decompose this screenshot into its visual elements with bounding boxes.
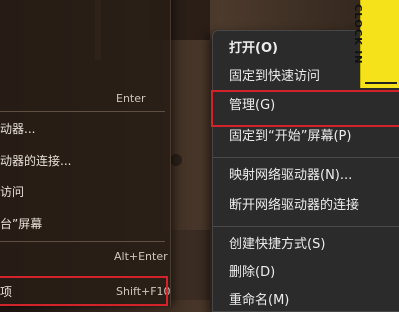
menu-item-create-shortcut[interactable]: 创建快捷方式(S) bbox=[229, 233, 325, 257]
menu-item-disconnect-network-drive[interactable]: 断开网络驱动器的连接 bbox=[229, 194, 359, 218]
sticky-note-text: CLOCK IN bbox=[352, 4, 363, 65]
menu-item-pin-quick-access[interactable]: 固定到快速访问 bbox=[229, 65, 320, 89]
left-context-menu: Enter 动器... 动器的连接... 访问 台”屏幕 Alt+Enter 项… bbox=[0, 0, 171, 306]
left-menu-item-shortcut: Enter bbox=[116, 92, 146, 105]
menu-divider bbox=[213, 157, 399, 158]
left-menu-item-shortcut: Alt+Enter bbox=[114, 250, 168, 263]
menu-item-map-network-drive[interactable]: 映射网络驱动器(N)... bbox=[229, 164, 352, 188]
menu-divider bbox=[0, 241, 165, 242]
menu-divider bbox=[213, 226, 399, 227]
sticky-note: CLOCK IN bbox=[352, 0, 399, 88]
left-menu-item-label: 台”屏幕 bbox=[0, 217, 43, 231]
menu-item-pin-start[interactable]: 固定到“开始”屏幕(P) bbox=[229, 125, 351, 149]
sticky-note-line bbox=[365, 82, 397, 84]
left-menu-item-label: 访问 bbox=[0, 185, 25, 199]
menu-item-delete[interactable]: 删除(D) bbox=[229, 261, 275, 285]
highlight-box-left bbox=[0, 276, 168, 306]
menu-divider bbox=[0, 111, 165, 112]
menu-item-open[interactable]: 打开(O) bbox=[229, 37, 278, 61]
highlight-box-manage bbox=[211, 90, 399, 127]
menu-item-rename[interactable]: 重命名(M) bbox=[229, 289, 289, 311]
left-menu-item-label: 动器... bbox=[0, 122, 36, 136]
left-menu-item-label: 动器的连接... bbox=[0, 154, 72, 168]
